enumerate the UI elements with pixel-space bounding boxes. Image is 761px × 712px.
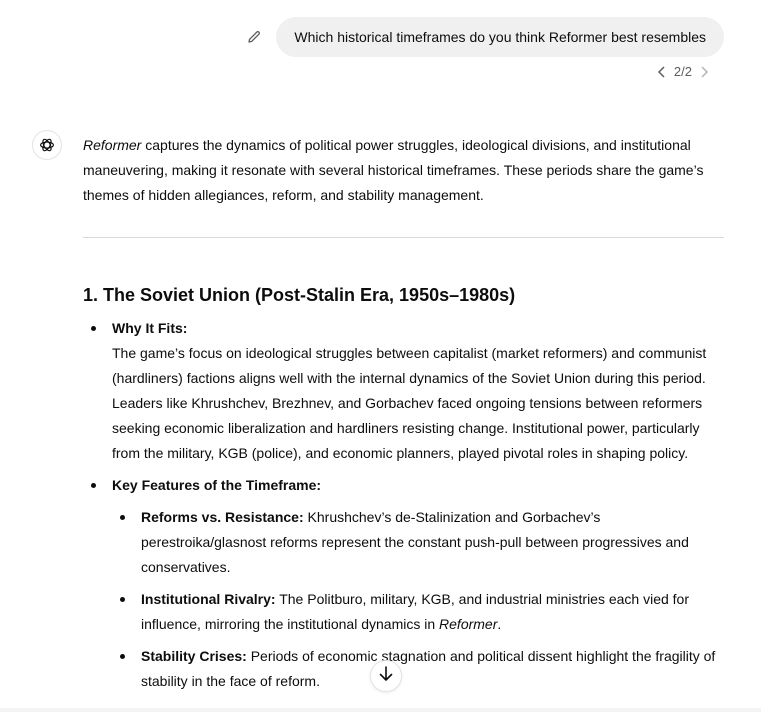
- why-text: The game’s focus on ideological struggle…: [112, 345, 707, 461]
- section-list: Why It Fits: The game’s focus on ideolog…: [83, 316, 724, 694]
- feature-item: Institutional Rivalry: The Politburo, mi…: [112, 587, 724, 637]
- features-list: Reforms vs. Resistance: Khrushchev’s de-…: [112, 505, 724, 694]
- pencil-icon[interactable]: [244, 27, 264, 47]
- list-item-why: Why It Fits: The game’s focus on ideolog…: [83, 316, 724, 466]
- feature-label: Institutional Rivalry:: [141, 591, 276, 607]
- section-heading: 1. The Soviet Union (Post-Stalin Era, 19…: [83, 285, 516, 305]
- feature-label: Reforms vs. Resistance:: [141, 509, 304, 525]
- response-pager: 2/2: [655, 64, 711, 79]
- user-message-row: Which historical timeframes do you think…: [244, 17, 724, 57]
- features-label: Key Features of the Timeframe:: [112, 477, 322, 493]
- feature-tail: .: [497, 616, 502, 632]
- composer-edge: [0, 708, 761, 712]
- arrow-down-icon: [379, 665, 393, 687]
- intro-text: captures the dynamics of political power…: [83, 137, 704, 203]
- list-item-features: Key Features of the Timeframe: Reforms v…: [83, 473, 724, 694]
- feature-item: Reforms vs. Resistance: Khrushchev’s de-…: [112, 505, 724, 580]
- feature-label: Stability Crises:: [141, 648, 247, 664]
- assistant-response: Reformer captures the dynamics of politi…: [83, 133, 724, 701]
- openai-logo-icon: [32, 130, 62, 160]
- scroll-to-bottom-button[interactable]: [370, 660, 402, 692]
- feature-game-title: Reformer: [439, 616, 498, 632]
- chevron-left-icon[interactable]: [655, 65, 669, 79]
- section-divider: [83, 237, 724, 238]
- chevron-right-icon[interactable]: [697, 65, 711, 79]
- why-label: Why It Fits:: [112, 320, 188, 336]
- user-message-bubble: Which historical timeframes do you think…: [276, 17, 724, 57]
- feature-item: Stability Crises: Periods of economic st…: [112, 644, 724, 694]
- intro-game-title: Reformer: [83, 137, 142, 153]
- intro-paragraph: Reformer captures the dynamics of politi…: [83, 133, 724, 208]
- pager-count: 2/2: [673, 64, 692, 79]
